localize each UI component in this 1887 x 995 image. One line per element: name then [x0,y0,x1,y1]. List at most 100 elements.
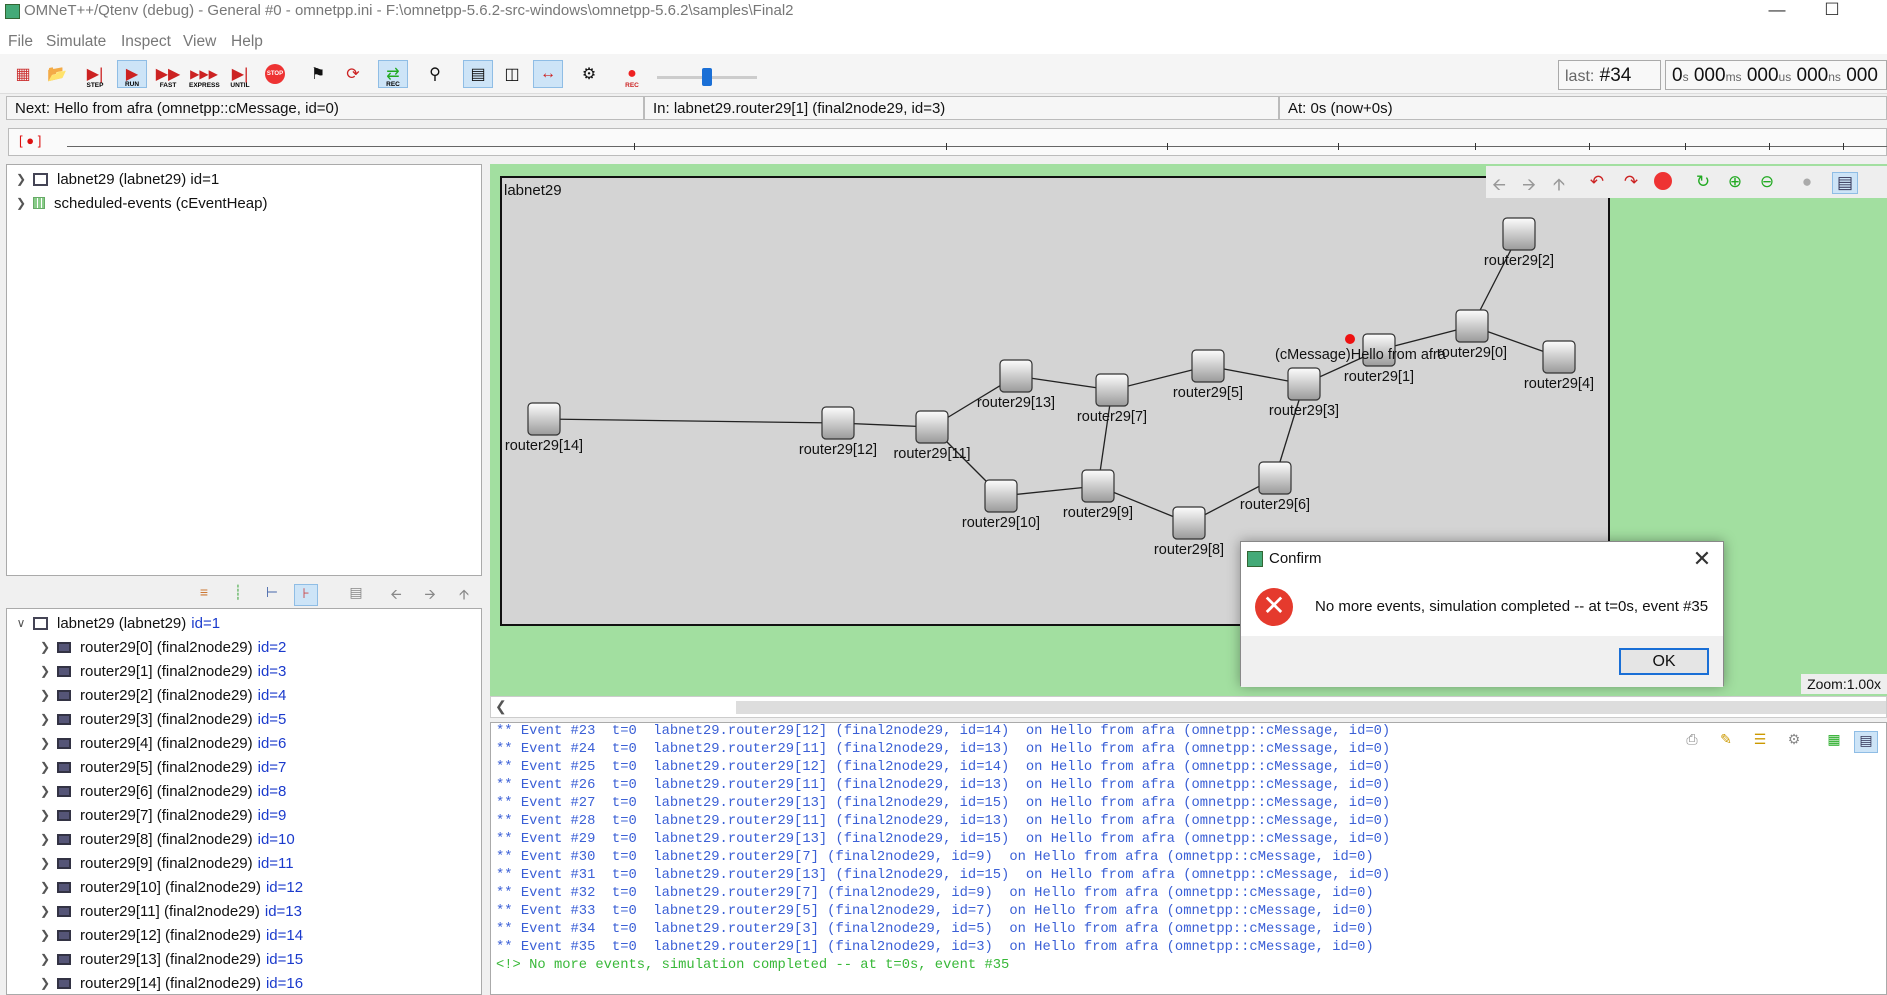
expand-arrow-icon[interactable]: ❯ [37,640,53,654]
object-tree-row-network[interactable]: ❯ labnet29 (labnet29) id=1 [7,167,481,191]
record-video-button[interactable]: ● REC [617,60,647,89]
menu-inspect[interactable]: Inspect [121,33,171,51]
step-out-icon[interactable]: ↶ [1584,172,1610,194]
module-tree-row[interactable]: ❯ router29[11] (final2node29) id=13 [7,899,481,923]
router-node[interactable]: router29[3] [1269,367,1339,419]
router-node[interactable]: router29[11] [893,410,971,462]
gear-icon[interactable]: ⚙ [1782,731,1806,753]
step-into-icon[interactable]: ↷ [1618,172,1644,194]
expand-arrow-icon[interactable]: ❯ [37,880,53,894]
module-tree-row[interactable]: ❯ router29[4] (final2node29) id=6 [7,731,481,755]
filter-icon[interactable]: ☰ [1748,731,1772,753]
mode-circle-icon[interactable]: ● [1794,172,1820,194]
expand-arrow-icon[interactable]: ❯ [37,856,53,870]
messages-view-icon[interactable]: ▦ [1822,731,1846,753]
scroll-left-arrow-icon[interactable]: ❮ [495,698,507,715]
log-view-icon[interactable]: ▤ [1854,731,1878,753]
module-tree-row[interactable]: ❯ router29[12] (final2node29) id=14 [7,923,481,947]
menu-simulate[interactable]: Simulate [46,33,106,51]
run-button[interactable]: ▶ RUN [117,60,147,88]
module-tree-row[interactable]: ❯ router29[6] (final2node29) id=8 [7,779,481,803]
expand-arrow-icon[interactable]: ❯ [37,904,53,918]
forward-arrow-icon[interactable]: 🡪 [1516,172,1542,194]
stop-icon[interactable] [1650,172,1676,194]
module-tree-row[interactable]: ❯ router29[5] (final2node29) id=7 [7,755,481,779]
router-node[interactable]: router29[5] [1173,349,1243,401]
router-node[interactable]: router29[13] [977,359,1055,411]
menu-file[interactable]: File [8,33,33,51]
stop-button[interactable]: STOP [260,60,290,88]
up-arrow-icon[interactable]: 🡩 [452,584,476,606]
router-node[interactable]: router29[2] [1484,217,1554,269]
layout-horizontal-button[interactable]: ▤ [463,60,493,88]
until-button[interactable]: ▶| UNTIL [225,60,255,89]
router-icon[interactable] [527,402,561,436]
expand-arrow-icon[interactable]: ❯ [37,832,53,846]
layout-vertical-button[interactable]: ◫ [497,60,527,88]
list-view-icon[interactable]: ▤ [344,584,368,606]
menu-view[interactable]: View [183,33,216,51]
timeline-toggle-button[interactable]: ↔ [533,60,563,88]
router-icon[interactable] [1455,309,1489,343]
expand-arrow-icon[interactable]: ❯ [37,928,53,942]
module-tree-row[interactable]: ❯ router29[13] (final2node29) id=15 [7,947,481,971]
copy-icon[interactable]: ⎙ [1680,731,1704,753]
router-icon[interactable] [1191,349,1225,383]
forward-arrow-icon[interactable]: 🡪 [418,584,442,606]
router-node[interactable]: router29[0] [1437,309,1507,361]
module-tree-row[interactable]: ❯ router29[7] (final2node29) id=9 [7,803,481,827]
router-node[interactable]: router29[14] [505,402,583,454]
router-icon[interactable] [1542,340,1576,374]
zoom-out-icon[interactable]: ⊖ [1754,172,1780,194]
module-tree-row[interactable]: ❯ router29[8] (final2node29) id=10 [7,827,481,851]
settings-button[interactable]: ⚙ [574,60,604,88]
load-ned-button[interactable]: 📂 [42,60,72,88]
router-icon[interactable] [1502,217,1536,251]
router-icon[interactable] [999,359,1033,393]
scrollbar-thumb[interactable] [736,701,1886,714]
collapse-arrow-icon[interactable]: ∨ [13,616,29,630]
router-icon[interactable] [915,410,949,444]
new-run-button[interactable]: ▦ [8,60,38,88]
menu-help[interactable]: Help [231,33,263,51]
timeline-track[interactable]: [ ● ] [8,128,1887,156]
router-icon[interactable] [1258,461,1292,495]
tree-flat-icon[interactable]: ⊢ [260,584,284,606]
up-arrow-icon[interactable]: 🡩 [1546,172,1572,194]
fast-button[interactable]: ▶▶ FAST [153,60,183,89]
event-recording-button[interactable]: ⇄ REC [378,60,408,88]
express-button[interactable]: ▶▶▶ EXPRESS [189,60,220,89]
expand-arrow-icon[interactable]: ❯ [37,784,53,798]
minimize-button[interactable]: — [1759,0,1795,22]
expand-arrow-icon[interactable]: ❯ [37,712,53,726]
expand-arrow-icon[interactable]: ❯ [37,808,53,822]
router-icon[interactable] [1287,367,1321,401]
module-tree-row[interactable]: ❯ router29[0] (final2node29) id=2 [7,635,481,659]
module-tree-row[interactable]: ❯ router29[10] (final2node29) id=12 [7,875,481,899]
router-node[interactable]: router29[12] [799,406,877,458]
back-arrow-icon[interactable]: 🡨 [1486,172,1512,194]
message-dot[interactable] [1345,334,1355,344]
maximize-button[interactable]: ☐ [1814,0,1850,22]
module-tree-root[interactable]: ∨ labnet29 (labnet29) id=1 [7,611,481,635]
ok-button[interactable]: OK [1619,648,1709,675]
router-icon[interactable] [821,406,855,440]
expand-arrow-icon[interactable]: ❯ [13,196,29,210]
expand-arrow-icon[interactable]: ❯ [37,760,53,774]
animation-speed-slider[interactable] [657,68,757,88]
find-button[interactable]: ⚲ [420,60,450,88]
back-arrow-icon[interactable]: 🡨 [384,584,408,606]
module-tree-row[interactable]: ❯ router29[1] (final2node29) id=3 [7,659,481,683]
expand-arrow-icon[interactable]: ❯ [37,688,53,702]
expand-arrow-icon[interactable]: ❯ [37,736,53,750]
router-icon[interactable] [1172,506,1206,540]
expand-arrow-icon[interactable]: ❯ [37,976,53,990]
object-tree-row-scheduled-events[interactable]: ❯ scheduled-events (cEventHeap) [7,191,481,215]
module-view-icon[interactable]: ▤ [1832,172,1858,194]
canvas-horizontal-scrollbar[interactable]: ❮ [490,696,1887,718]
tree-inheritance-icon[interactable]: ⊦ [294,584,318,606]
expand-arrow-icon[interactable]: ❯ [37,664,53,678]
tree-children-icon[interactable]: ┊ [226,584,250,606]
group-by-icon[interactable]: ≡ [192,584,216,606]
close-icon[interactable]: ✕ [1689,546,1715,571]
